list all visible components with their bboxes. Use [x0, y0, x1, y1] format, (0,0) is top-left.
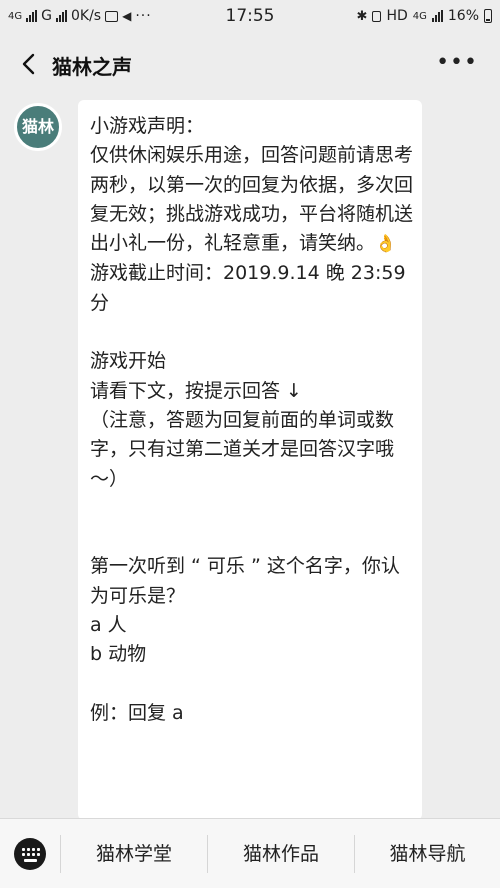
- more-options-icon[interactable]: •••: [436, 50, 478, 75]
- vibrate-icon: [372, 10, 382, 22]
- message-text-part1: 小游戏声明： 仅供休闲娱乐用途，回答问题前请思考两秒，以第一次的回复为依据，多次…: [90, 115, 414, 255]
- message-text-part2: 游戏截止时间：2019.9.14 晚 23:59 分 游戏开始 请看下文，按提示…: [90, 262, 406, 724]
- battery-icon: [484, 9, 492, 23]
- bottom-menu-bar: 猫林学堂 猫林作品 猫林导航: [0, 818, 500, 888]
- keyboard-toggle-icon[interactable]: [14, 838, 46, 870]
- page-title: 猫林之声: [52, 55, 132, 79]
- menu-item-school[interactable]: 猫林学堂: [61, 819, 207, 888]
- message-text: 小游戏声明： 仅供休闲娱乐用途，回答问题前请思考两秒，以第一次的回复为依据，多次…: [90, 112, 415, 728]
- ok-hand-emoji: 👌: [375, 234, 397, 255]
- status-right: ✱ HD 4G 16%: [357, 8, 492, 24]
- back-arrow-icon[interactable]: [18, 52, 42, 76]
- menu-item-works[interactable]: 猫林作品: [208, 819, 354, 888]
- hd-label: HD: [386, 8, 408, 24]
- avatar[interactable]: 猫林: [14, 103, 62, 151]
- status-bar: 4G G 0K/s ◀︎ ··· 17:55 ✱ HD 4G 16%: [0, 0, 500, 34]
- battery-percent: 16%: [447, 8, 479, 24]
- menu-item-navigation[interactable]: 猫林导航: [355, 819, 500, 888]
- bluetooth-icon: ✱: [356, 8, 368, 24]
- title-bar: 猫林之声 •••: [0, 34, 500, 94]
- signal-icon-3: [431, 10, 443, 22]
- network-type-3: 4G: [412, 10, 427, 22]
